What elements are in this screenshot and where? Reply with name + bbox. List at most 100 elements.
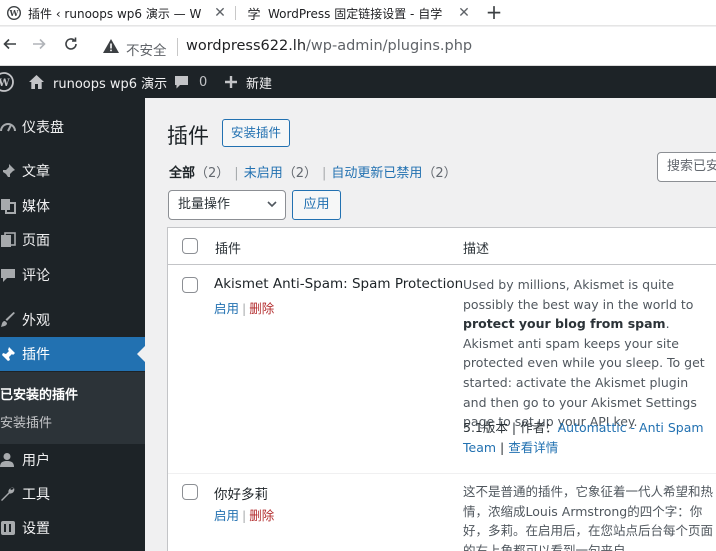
- apply-button[interactable]: 应用: [292, 190, 341, 220]
- submenu-add-plugin[interactable]: 安装插件: [0, 412, 52, 431]
- warning-icon[interactable]: [102, 38, 120, 54]
- close-tab-icon[interactable]: ✕: [456, 5, 472, 21]
- filter-auto-update-disabled[interactable]: 自动更新已禁用: [331, 166, 422, 181]
- comments-count: 0: [199, 74, 208, 90]
- author-prefix: 作者：: [520, 420, 558, 435]
- settings-icon: [0, 520, 20, 536]
- activate-link[interactable]: 启用: [214, 508, 239, 523]
- reload-icon[interactable]: [61, 36, 81, 56]
- main-content: 插件 安装插件 搜索已安 全部（2） | 未启用（2） | 自动更新已禁用（2） 批量操…: [145, 98, 716, 551]
- sidebar-item-tools[interactable]: 工具: [0, 477, 145, 511]
- site-name-link[interactable]: runoops wp6 演示: [28, 66, 167, 98]
- comment-icon: [0, 267, 20, 283]
- user-icon: [0, 452, 20, 468]
- wp-logo-icon[interactable]: W: [0, 66, 14, 98]
- row-checkbox[interactable]: [182, 484, 198, 500]
- tab-title: 插件 ‹ runoops wp6 演示 — W: [28, 6, 202, 21]
- url-divider: [177, 38, 178, 56]
- site-name: runoops wp6 演示: [53, 76, 168, 92]
- page-icon: [0, 232, 20, 248]
- activate-link[interactable]: 启用: [214, 301, 239, 316]
- plugin-status-filters: 全部（2） | 未启用（2） | 自动更新已禁用（2）: [169, 162, 457, 181]
- sidebar-item-comments[interactable]: 评论: [0, 258, 145, 292]
- plugin-version: 5.1版本: [463, 420, 508, 435]
- view-details-link[interactable]: 查看详情: [508, 440, 558, 455]
- svg-text:W: W: [9, 8, 20, 18]
- sidebar-item-label: 页面: [22, 233, 50, 249]
- wordpress-icon: W: [6, 5, 22, 21]
- sidebar-item-dashboard[interactable]: 仪表盘: [0, 110, 145, 144]
- url-path: /wp-admin/plugins.php: [306, 38, 473, 54]
- plugins-table: 插件 描述 Akismet Anti-Spam: Spam Protection…: [167, 227, 716, 551]
- browser-tab-plugins[interactable]: W 插件 ‹ runoops wp6 演示 — W ✕: [0, 0, 232, 26]
- sidebar-item-label: 设置: [22, 521, 50, 537]
- sidebar-item-label: 工具: [22, 487, 50, 503]
- submenu-installed-plugins[interactable]: 已安装的插件: [0, 384, 78, 403]
- plugin-name: 你好多莉: [214, 487, 268, 503]
- close-tab-icon[interactable]: ✕: [212, 5, 228, 21]
- comment-icon: [175, 75, 188, 88]
- search-plugins-input[interactable]: 搜索已安: [657, 152, 716, 182]
- dashboard-icon: [0, 119, 20, 135]
- row-actions: 启用 | 删除: [214, 505, 274, 524]
- svg-text:W: W: [0, 78, 10, 89]
- screen: W 插件 ‹ runoops wp6 演示 — W ✕ 学 WordPress …: [0, 0, 716, 551]
- page-title: 插件: [167, 124, 209, 148]
- filter-separator: |: [234, 166, 239, 181]
- row-checkbox[interactable]: [182, 277, 198, 293]
- bulk-action-select[interactable]: 批量操作: [168, 190, 286, 220]
- new-label: 新建: [246, 76, 273, 92]
- delete-link[interactable]: 删除: [249, 301, 274, 316]
- filter-count: （2）: [195, 166, 230, 181]
- description-text: Used by millions, Akismet is quite possi…: [463, 277, 694, 312]
- back-icon[interactable]: [0, 36, 20, 56]
- sidebar-item-settings[interactable]: 设置: [0, 511, 145, 545]
- filter-inactive[interactable]: 未启用: [244, 166, 283, 181]
- new-content-link[interactable]: 新建: [224, 66, 272, 98]
- sidebar-item-label: 用户: [22, 453, 50, 469]
- filter-count: （2）: [422, 166, 457, 181]
- security-status[interactable]: 不安全: [126, 39, 167, 59]
- table-header: 插件 描述: [168, 228, 716, 265]
- chevron-down-icon: [266, 191, 278, 229]
- sidebar-item-pages[interactable]: 页面: [0, 223, 145, 257]
- wrench-icon: [0, 486, 20, 502]
- comments-link[interactable]: 0: [174, 66, 207, 98]
- description-text: . Akismet anti spam keeps your site prot…: [463, 316, 705, 430]
- home-icon: [29, 75, 44, 89]
- filter-all[interactable]: 全部: [169, 166, 195, 181]
- browser-address-bar: 不安全 wordpress622.lh/wp-admin/plugins.php: [0, 27, 716, 66]
- select-all-checkbox[interactable]: [182, 238, 198, 254]
- runoob-icon: 学: [247, 7, 261, 23]
- new-tab-button[interactable]: +: [484, 0, 504, 26]
- sidebar-item-plugins[interactable]: 插件: [0, 337, 145, 371]
- add-plugin-button[interactable]: 安装插件: [222, 119, 291, 147]
- column-header-plugin: 插件: [215, 242, 242, 257]
- forward-icon[interactable]: [29, 36, 49, 56]
- sidebar-item-label: 媒体: [22, 199, 50, 215]
- sidebar-item-users[interactable]: 用户: [0, 443, 145, 477]
- plugin-description: 这不是普通的插件，它象征着一代人希望和热情，浓缩成Louis Armstrong…: [463, 484, 714, 551]
- plugin-name: Akismet Anti-Spam: Spam Protection: [214, 276, 464, 292]
- plugin-description: Used by millions, Akismet is quite possi…: [463, 275, 713, 432]
- sidebar-item-posts[interactable]: 文章: [0, 154, 145, 188]
- sidebar-item-label: 文章: [22, 164, 50, 180]
- delete-link[interactable]: 删除: [249, 508, 274, 523]
- sidebar-item-label: 评论: [22, 268, 50, 284]
- brush-icon: [0, 312, 20, 328]
- active-indicator: [137, 346, 145, 362]
- media-icon: [0, 198, 20, 214]
- wp-admin-bar: W runoops wp6 演示 0 新建: [0, 66, 716, 98]
- tab-divider: [235, 6, 236, 20]
- plus-icon: [225, 76, 237, 88]
- sidebar-item-appearance[interactable]: 外观: [0, 303, 145, 337]
- browser-tab-permalink[interactable]: 学 WordPress 固定链接设置 - 自学 ✕: [240, 0, 476, 26]
- admin-sidebar: 仪表盘 文章 媒体 页面 评论 外观 插件 已安装的插件 安装插件 用户 工具 …: [0, 98, 145, 551]
- description-bold: protect your blog from spam: [463, 316, 666, 332]
- filter-separator: |: [321, 166, 327, 181]
- row-actions: 启用 | 删除: [214, 298, 274, 317]
- action-separator: |: [242, 508, 247, 523]
- sidebar-item-media[interactable]: 媒体: [0, 189, 145, 223]
- browser-tab-bar: W 插件 ‹ runoops wp6 演示 — W ✕ 学 WordPress …: [0, 0, 716, 26]
- url-field[interactable]: wordpress622.lh/wp-admin/plugins.php: [186, 38, 472, 54]
